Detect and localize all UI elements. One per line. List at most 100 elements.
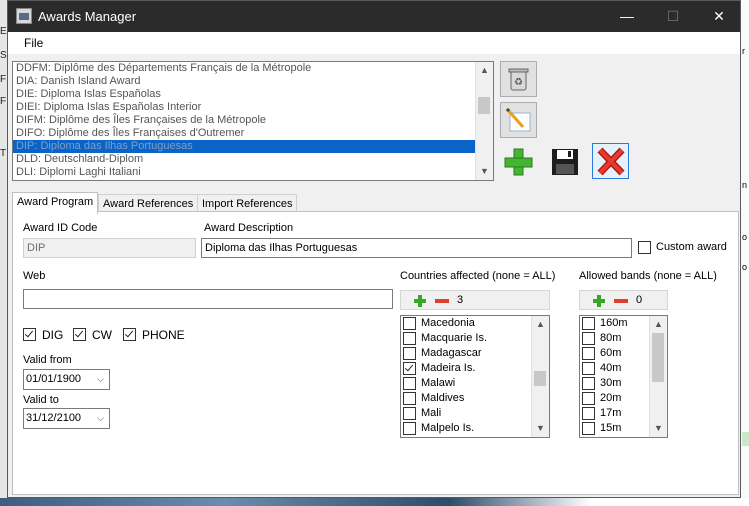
valid-from-picker[interactable]: 01/01/1900 ⌵: [23, 369, 110, 390]
save-button[interactable]: [546, 143, 583, 179]
scroll-down-icon[interactable]: ▼: [650, 420, 667, 437]
countries-scrollbar[interactable]: ▲ ▼: [531, 316, 549, 437]
band-label: 30m: [600, 377, 622, 389]
valid-to-value: 31/12/2100: [26, 412, 82, 424]
cw-label: CW: [92, 328, 112, 342]
add-icon: [504, 148, 533, 176]
band-checkbox[interactable]: [582, 347, 595, 360]
country-checkbox[interactable]: [403, 377, 416, 390]
band-label: 60m: [600, 347, 622, 359]
valid-from-label: Valid from: [23, 354, 72, 366]
band-checkbox[interactable]: [582, 422, 595, 435]
country-checkbox[interactable]: [403, 332, 416, 345]
award-id-field[interactable]: DIP: [23, 238, 196, 258]
country-item[interactable]: Malawi: [401, 376, 549, 391]
country-item[interactable]: Maldives: [401, 391, 549, 406]
country-label: Malawi: [421, 377, 456, 389]
window-title: Awards Manager: [38, 9, 137, 24]
countries-remove-icon[interactable]: [435, 299, 449, 303]
awards-list-scrollbar[interactable]: ▲ ▼: [475, 62, 493, 180]
phone-checkbox[interactable]: [123, 328, 136, 341]
country-checkbox[interactable]: [403, 422, 416, 435]
band-checkbox[interactable]: [582, 392, 595, 405]
country-checkbox[interactable]: [403, 362, 416, 375]
dig-label: DIG: [42, 328, 64, 342]
country-checkbox[interactable]: [403, 392, 416, 405]
award-list-item[interactable]: DLI: Diplomi Laghi Italiani: [13, 166, 493, 179]
scroll-up-icon[interactable]: ▲: [532, 316, 549, 333]
band-checkbox[interactable]: [582, 332, 595, 345]
country-item[interactable]: Macquarie Is.: [401, 331, 549, 346]
scroll-down-icon[interactable]: ▼: [476, 163, 493, 180]
award-list-item[interactable]: DIFO: Diplôme des Îles Françaises d'Outr…: [13, 127, 493, 140]
edit-button[interactable]: [500, 102, 537, 138]
phone-label: PHONE: [142, 328, 185, 342]
valid-to-picker[interactable]: 31/12/2100 ⌵: [23, 408, 110, 429]
menu-file[interactable]: File: [24, 36, 43, 50]
country-item[interactable]: Malpelo Is.: [401, 421, 549, 436]
title-bar[interactable]: Awards Manager — ☐ ✕: [8, 1, 740, 32]
country-checkbox[interactable]: [403, 347, 416, 360]
add-button[interactable]: [500, 143, 537, 179]
menu-bar: File: [8, 32, 740, 54]
edit-icon: [505, 107, 531, 132]
scroll-thumb[interactable]: [652, 333, 664, 382]
band-checkbox[interactable]: [582, 362, 595, 375]
awards-manager-window: Awards Manager — ☐ ✕ File DDFM: Diplôme …: [7, 0, 741, 498]
award-description-field[interactable]: Diploma das Ilhas Portuguesas: [201, 238, 632, 258]
recycle-bin-icon: ♻: [508, 68, 529, 91]
band-label: 80m: [600, 332, 622, 344]
chevron-down-icon: ⌵: [97, 374, 104, 384]
minimize-button[interactable]: —: [604, 1, 650, 32]
bands-list[interactable]: 160m 80m 60m 40m 30m 20m 17m 15m ▲ ▼: [579, 315, 668, 438]
bands-count: 0: [636, 294, 643, 306]
country-item[interactable]: Madagascar: [401, 346, 549, 361]
scroll-thumb[interactable]: [534, 371, 546, 386]
bands-remove-icon[interactable]: [614, 299, 628, 303]
countries-label: Countries affected (none = ALL): [400, 270, 556, 282]
award-program-panel: Award ID Code DIP Award Description Dipl…: [12, 211, 739, 495]
cw-checkbox[interactable]: [73, 328, 86, 341]
country-label: Macquarie Is.: [421, 332, 488, 344]
maximize-button[interactable]: ☐: [650, 1, 696, 32]
bands-label: Allowed bands (none = ALL): [579, 270, 717, 282]
award-list-item[interactable]: DDFM: Diplôme des Départements Français …: [13, 62, 493, 75]
awards-list[interactable]: DDFM: Diplôme des Départements Français …: [12, 61, 494, 181]
country-item[interactable]: Mali: [401, 406, 549, 421]
award-list-item[interactable]: DLD: Deutschland-Diplom: [13, 153, 493, 166]
award-id-label: Award ID Code: [23, 222, 98, 234]
scroll-up-icon[interactable]: ▲: [650, 316, 667, 333]
bands-toolbar: 0: [579, 290, 668, 310]
recycle-button[interactable]: ♻: [500, 61, 537, 97]
country-checkbox[interactable]: [403, 317, 416, 330]
bands-add-icon[interactable]: [593, 295, 605, 307]
band-checkbox[interactable]: [582, 377, 595, 390]
countries-add-icon[interactable]: [414, 295, 426, 307]
dig-checkbox[interactable]: [23, 328, 36, 341]
award-list-item[interactable]: DIA: Danish Island Award: [13, 75, 493, 88]
country-label: Mali: [421, 407, 442, 419]
close-button[interactable]: ✕: [696, 1, 742, 32]
country-item[interactable]: Madeira Is.: [401, 361, 549, 376]
award-list-item[interactable]: DIP: Diploma das Ilhas Portuguesas: [13, 140, 493, 153]
bands-scrollbar[interactable]: ▲ ▼: [649, 316, 667, 437]
scroll-up-icon[interactable]: ▲: [476, 62, 493, 79]
tab-award-program[interactable]: Award Program: [12, 192, 99, 214]
country-label: Maldives: [421, 392, 465, 404]
scroll-down-icon[interactable]: ▼: [532, 420, 549, 437]
country-checkbox[interactable]: [403, 407, 416, 420]
custom-award-checkbox[interactable]: [638, 241, 651, 254]
award-list-item[interactable]: DIFM: Diplôme des Îles Françaises de la …: [13, 114, 493, 127]
web-field[interactable]: [23, 289, 393, 309]
countries-list[interactable]: Macedonia Macquarie Is. Madagascar Madeira …: [400, 315, 550, 438]
country-label: Macedonia: [421, 317, 475, 329]
award-list-item[interactable]: DIE: Diploma Islas Españolas: [13, 88, 493, 101]
band-checkbox[interactable]: [582, 407, 595, 420]
award-list-item[interactable]: DIEI: Diploma Islas Españolas Interior: [13, 101, 493, 114]
valid-to-label: Valid to: [23, 394, 59, 406]
background-text: r: [742, 46, 745, 56]
scroll-thumb[interactable]: [478, 97, 490, 114]
delete-button[interactable]: [592, 143, 629, 179]
band-checkbox[interactable]: [582, 317, 595, 330]
country-item[interactable]: Macedonia: [401, 316, 549, 331]
